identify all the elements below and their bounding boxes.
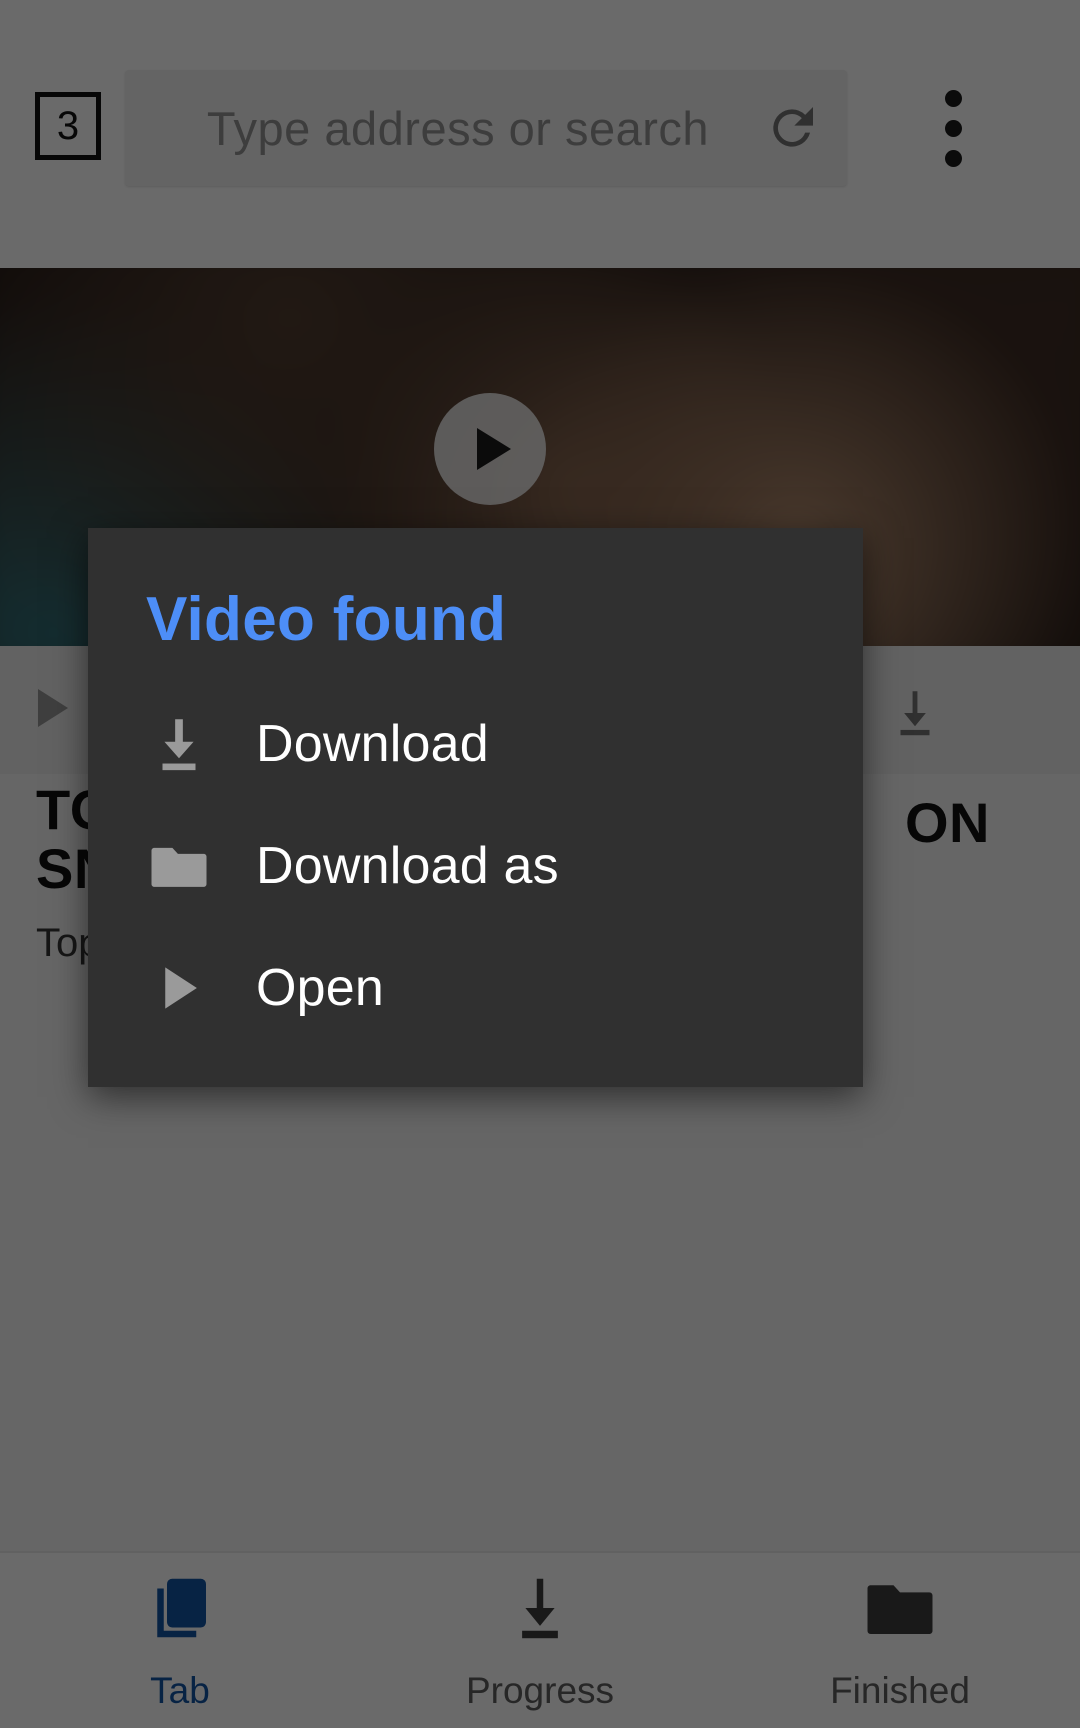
dialog-title: Video found (146, 585, 507, 654)
play-icon (146, 955, 256, 1021)
dialog-item-open[interactable]: Open (88, 927, 863, 1049)
folder-icon (146, 833, 256, 899)
dialog-item-download-as[interactable]: Download as (88, 805, 863, 927)
dialog-item-download-as-label: Download as (256, 837, 559, 895)
screen: 3 Type address or search (0, 0, 1080, 1728)
dialog-item-download-label: Download (256, 715, 489, 773)
dialog-item-open-label: Open (256, 959, 385, 1017)
dialog-item-download[interactable]: Download (88, 683, 863, 805)
download-icon (146, 711, 256, 777)
video-found-dialog: Video found Download Download as Open (88, 528, 863, 1087)
